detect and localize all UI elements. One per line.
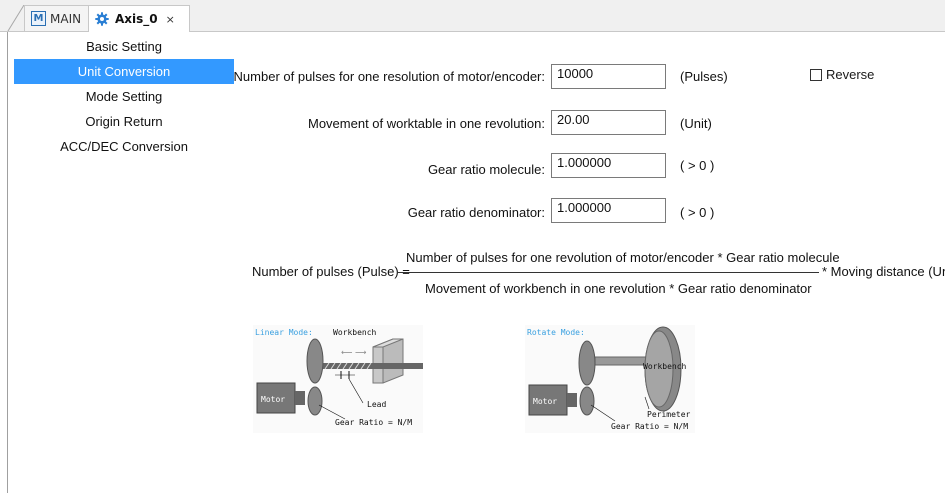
tab-separator — [7, 5, 25, 32]
rotate-mode-label: Rotate Mode: — [527, 328, 585, 337]
linear-mode-diagram: Linear Mode: Workbench ⟵ ⟶ Motor Lead Ge… — [253, 325, 423, 433]
tab-main-label: MAIN — [50, 11, 82, 26]
gear-molecule-input[interactable] — [551, 153, 666, 178]
gear-icon — [95, 12, 109, 26]
gear-molecule-unit: ( > 0 ) — [680, 158, 715, 173]
movement-label: Movement of worktable in one revolution: — [307, 116, 545, 131]
movement-input[interactable] — [551, 110, 666, 135]
linear-gear-ratio-label: Gear Ratio = N/M — [335, 418, 412, 427]
reverse-checkbox-group[interactable]: Reverse — [810, 67, 874, 82]
gear-denominator-label: Gear ratio denominator: — [407, 205, 545, 220]
gear-molecule-label: Gear ratio molecule: — [427, 162, 545, 177]
formula-numerator: Number of pulses for one revolution of m… — [406, 250, 840, 265]
pulses-label: Number of pulses for one resolution of m… — [233, 69, 545, 84]
nav-item-acc-dec-conversion[interactable]: ACC/DEC Conversion — [14, 134, 234, 159]
settings-nav: Basic Setting Unit Conversion Mode Setti… — [14, 34, 234, 159]
pulses-input[interactable] — [551, 64, 666, 89]
fraction-line — [398, 272, 819, 273]
svg-text:⟵ ⟶: ⟵ ⟶ — [341, 348, 367, 357]
nav-item-unit-conversion[interactable]: Unit Conversion — [14, 59, 234, 84]
linear-motor-label: Motor — [261, 395, 285, 404]
m-icon: M — [31, 11, 46, 26]
nav-item-basic-setting[interactable]: Basic Setting — [14, 34, 234, 59]
tab-axis-label: Axis_0 — [115, 12, 158, 26]
formula-rhs: * Moving distance (Unit) — [822, 264, 945, 279]
tab-axis-0[interactable]: Axis_0 × — [88, 5, 190, 32]
nav-item-origin-return[interactable]: Origin Return — [14, 109, 234, 134]
reverse-checkbox[interactable] — [810, 68, 822, 81]
gear-denominator-unit: ( > 0 ) — [680, 205, 715, 220]
rotate-workbench-label: Workbench — [643, 362, 687, 371]
pulses-unit: (Pulses) — [680, 69, 728, 84]
reverse-label: Reverse — [826, 67, 875, 82]
nav-item-mode-setting[interactable]: Mode Setting — [14, 84, 234, 109]
formula-lhs: Number of pulses (Pulse) = — [252, 264, 410, 279]
rotate-motor-label: Motor — [533, 397, 557, 406]
tab-close-button[interactable]: × — [166, 13, 175, 26]
rotate-mode-diagram: Rotate Mode: Workbench Motor Perimeter G… — [525, 325, 695, 433]
rotate-perimeter-label: Perimeter — [647, 410, 691, 419]
gear-denominator-input[interactable] — [551, 198, 666, 223]
formula-denominator: Movement of workbench in one revolution … — [425, 281, 812, 296]
rotate-gear-ratio-label: Gear Ratio = N/M — [611, 422, 688, 431]
linear-workbench-label: Workbench — [333, 328, 377, 337]
movement-unit: (Unit) — [680, 116, 712, 131]
linear-mode-label: Linear Mode: — [255, 328, 313, 337]
linear-lead-label: Lead — [367, 400, 386, 409]
